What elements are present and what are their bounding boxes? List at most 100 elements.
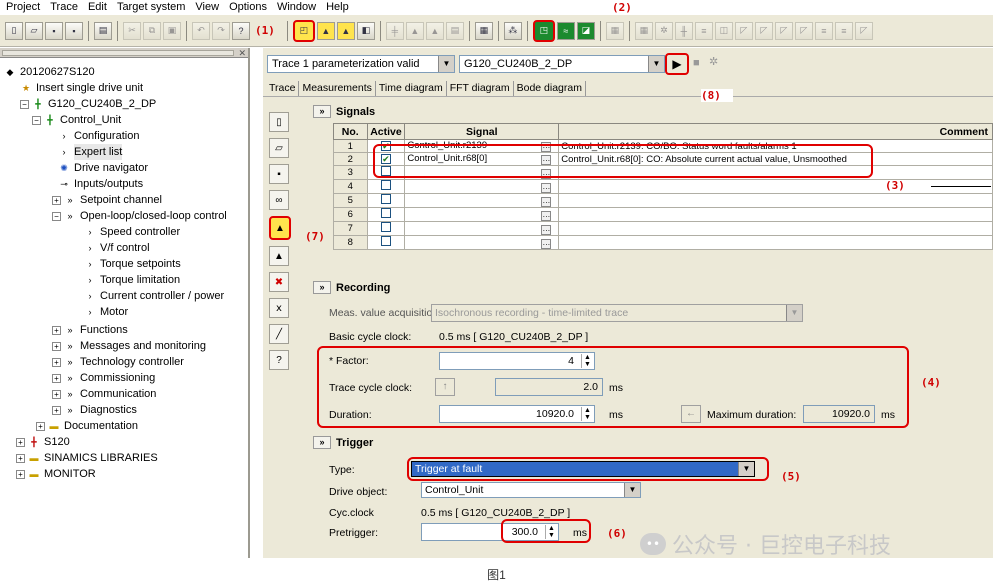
browse-icon[interactable]: … [541,196,552,207]
tree-control-unit[interactable]: − ╋ Control_Unit [32,112,121,128]
menu-view[interactable]: View [190,0,224,14]
tree-monitor[interactable]: + ▬ MONITOR [16,466,96,482]
tree-insert-drive[interactable]: ★ Insert single drive unit [20,80,143,96]
signal-cell[interactable]: … [404,221,560,237]
upload-icon[interactable]: ▲ [405,21,424,40]
menu-target-system[interactable]: Target system [112,0,190,14]
active-checkbox[interactable] [380,208,391,219]
expand-icon[interactable]: + [52,341,61,351]
tool-8-icon[interactable]: ◸ [774,21,793,40]
start-trace-button[interactable]: ▶ [665,53,689,75]
tab-measurements[interactable]: Measurements [299,81,376,97]
download-icon[interactable]: ▲ [425,21,444,40]
browse-icon[interactable]: … [541,224,552,235]
tools-icon[interactable]: ✲ [709,55,718,68]
signal-cell[interactable]: … [404,235,560,251]
accessible-nodes-icon[interactable]: ▦ [474,21,493,40]
table-row[interactable]: 6… [333,207,993,223]
copy-icon[interactable]: ⧉ [143,21,161,40]
table-row[interactable]: 7… [333,221,993,237]
help-icon[interactable]: ? [269,350,289,370]
menu-trace[interactable]: Trace [45,0,83,14]
expand-icon[interactable]: + [52,389,61,399]
trigger-type-select[interactable]: Trigger at fault ▼ [411,461,755,477]
browse-icon[interactable]: … [541,238,552,249]
tree-vf-control[interactable]: › V/f control [84,240,150,256]
table-row[interactable]: 5… [333,193,993,209]
open-icon[interactable]: ▱ [269,138,289,158]
trigger-heading[interactable]: » Trigger [313,436,373,449]
active-checkbox[interactable] [380,180,391,191]
tab-time-diagram[interactable]: Time diagram [376,81,447,97]
tree-s120[interactable]: + ╋ S120 [16,434,70,450]
tree-technology[interactable]: + » Technology controller [52,354,184,370]
expand-icon[interactable]: + [52,195,61,205]
tree-motor[interactable]: › Motor [84,304,129,320]
load-cpu-icon[interactable]: ▲ [336,21,355,40]
expand-icon[interactable]: + [16,437,25,447]
tree-diagnostics[interactable]: + » Diagnostics [52,402,137,418]
recording-heading[interactable]: » Recording [313,281,390,294]
device-trace-icon[interactable]: ◰ [292,19,315,42]
tool-11-icon[interactable]: ≡ [834,21,853,40]
tree-drive-navigator[interactable]: ✺ Drive navigator [58,160,148,176]
tree-expert-list[interactable]: › Expert list [58,144,123,160]
cut-icon[interactable]: ✂ [123,21,141,40]
tool-12-icon[interactable]: ◸ [854,21,873,40]
upload-trace-icon[interactable]: ▲ [269,246,289,266]
tab-bode-diagram[interactable]: Bode diagram [514,81,586,97]
tree-commissioning[interactable]: + » Commissioning [52,370,155,386]
browse-icon[interactable]: … [541,210,552,221]
config-icon[interactable]: ▦ [605,21,624,40]
save-icon[interactable]: ▪ [45,21,63,40]
compile-icon[interactable]: ◧ [356,21,375,40]
active-checkbox[interactable] [380,222,391,233]
menu-help[interactable]: Help [321,0,354,14]
load-device-icon[interactable]: ▲ [316,21,335,40]
undo-icon[interactable]: ↶ [192,21,210,40]
factor-input[interactable]: 4 ▲ ▼ [439,352,595,370]
paste-icon[interactable]: ▣ [163,21,181,40]
tree-scrollbar[interactable] [0,48,248,58]
tree-sinamics-libraries[interactable]: + ▬ SINAMICS LIBRARIES [16,450,158,466]
expand-icon[interactable]: + [52,325,61,335]
expand-icon[interactable]: + [52,373,61,383]
scale-icon[interactable]: ⅹ [269,298,289,318]
tool-9-icon[interactable]: ◸ [794,21,813,40]
chevron-down-icon[interactable]: ▼ [648,56,664,72]
duration-input[interactable]: 10920.0 ▲ ▼ [439,405,595,423]
menu-project[interactable]: Project [0,0,45,14]
tree-torque-setpoints[interactable]: › Torque setpoints [84,256,181,272]
function-generator-icon[interactable]: ≈ [556,21,575,40]
help-pointer-icon[interactable]: ? [232,21,250,40]
print-icon[interactable]: ▤ [94,21,112,40]
tool-10-icon[interactable]: ≡ [814,21,833,40]
arrow-left-icon[interactable]: ← [681,405,701,423]
measuring-function-icon[interactable]: ◪ [576,21,595,40]
tab-trace[interactable]: Trace [267,81,300,97]
active-checkbox[interactable] [380,194,391,205]
tool-4-icon[interactable]: ≡ [694,21,713,40]
expand-icon[interactable]: + [36,421,45,431]
signal-cell[interactable]: … [404,207,560,223]
redo-icon[interactable]: ↷ [212,21,230,40]
chevron-down-icon[interactable]: ▼ [738,462,754,476]
collapse-icon[interactable]: − [52,211,61,221]
tree-messages[interactable]: + » Messages and monitoring [52,338,206,354]
tree-drive[interactable]: − ╋ G120_CU240B_2_DP [20,96,156,112]
control-panel-icon[interactable]: ⁂ [503,21,522,40]
save-all-icon[interactable]: ▪ [65,21,83,40]
stepper-icon[interactable]: ▲ ▼ [581,354,593,368]
tool-6-icon[interactable]: ◸ [734,21,753,40]
tree-torque-limitation[interactable]: › Torque limitation [84,272,181,288]
new-icon[interactable]: ▯ [269,112,289,132]
tree-communication[interactable]: + » Communication [52,386,156,402]
tree-functions[interactable]: + » Functions [52,322,128,338]
close-icon[interactable]: ✕ [238,48,246,59]
download-trace-icon[interactable]: ▲ [269,216,291,240]
device-select[interactable]: G120_CU240B_2_DP ▼ [459,55,665,73]
tree-inputs-outputs[interactable]: ⊸ Inputs/outputs [58,176,143,192]
signals-heading[interactable]: » Signals [313,105,375,118]
tab-fft-diagram[interactable]: FFT diagram [447,81,514,97]
delete-icon[interactable]: ✖ [269,272,289,292]
